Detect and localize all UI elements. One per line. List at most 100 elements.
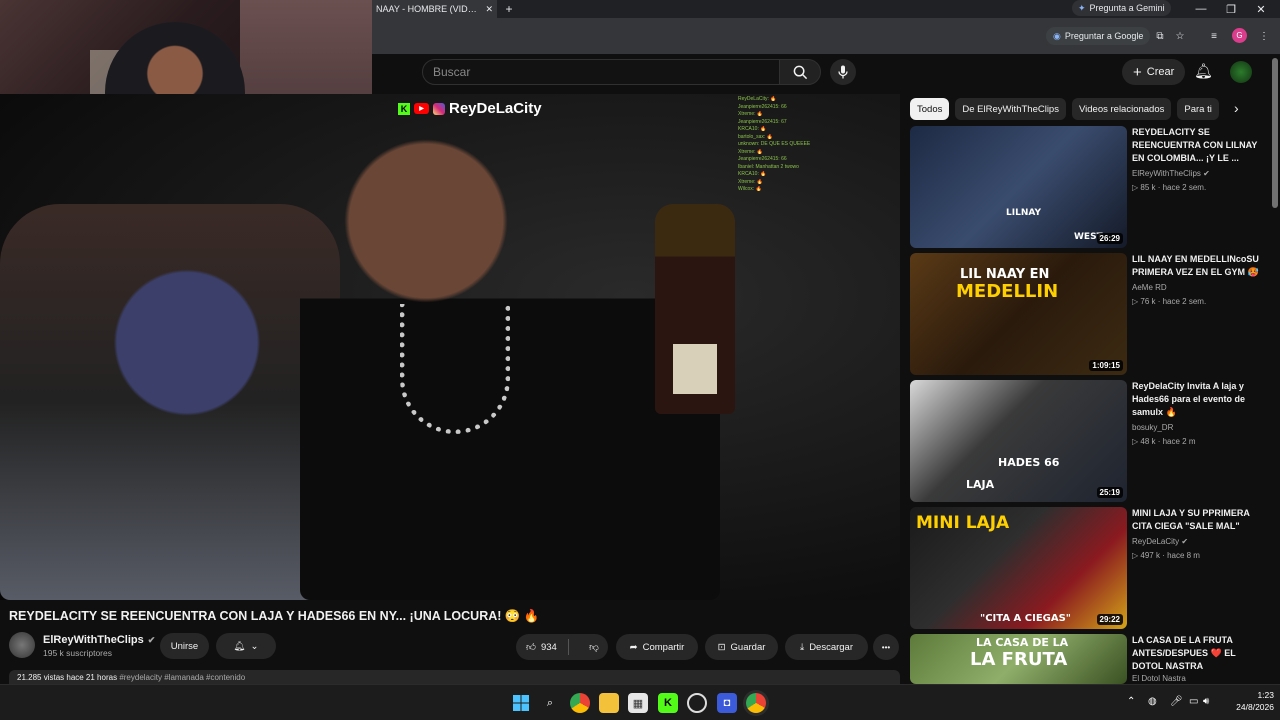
recommendation-item[interactable]: HADES 66 LAJA 25:19 ReyDelaCity Invita A… <box>910 380 1260 502</box>
dislike-button[interactable]: 👎︎ <box>580 634 608 660</box>
download-icon: ⤓ <box>799 641 805 653</box>
notifications-bell-icon[interactable]: 🔔︎ <box>1194 62 1213 80</box>
like-count: 934 <box>540 641 557 653</box>
create-button[interactable]: + Crear <box>1122 59 1186 85</box>
channel-name[interactable]: bosuky_DR <box>1132 423 1173 432</box>
hashtags[interactable]: #reydelacity #lamanada #contenido <box>119 673 245 682</box>
download-button[interactable]: ⤓ Descargar <box>785 634 868 660</box>
obs-icon[interactable] <box>687 693 707 713</box>
new-tab-button[interactable]: + <box>501 2 517 16</box>
chrome-icon[interactable] <box>570 693 590 713</box>
user-avatar[interactable] <box>1230 61 1252 83</box>
chrome-active-icon[interactable] <box>746 693 766 713</box>
chip-related[interactable]: Videos relacionados <box>1071 98 1172 120</box>
video-title[interactable]: LIL NAAY EN MEDELLINcoSU PRIMERA VEZ EN … <box>1132 253 1260 279</box>
view-count: 497 k <box>1140 551 1160 560</box>
plus-icon: + <box>1133 63 1142 81</box>
bookmark-star-icon[interactable]: ☆ <box>1172 28 1188 44</box>
recommendation-item[interactable]: LILNAY WEST 26:29 REYDELACITY SE REENCUE… <box>910 126 1260 248</box>
video-person-left <box>0 204 340 600</box>
chip-all[interactable]: Todos <box>910 98 950 120</box>
windows-start-icon[interactable] <box>511 693 531 713</box>
thumbnail-text: HADES 66 <box>998 456 1060 469</box>
view-count: 48 k <box>1140 437 1156 446</box>
bell-icon: 🔔︎ <box>233 640 246 652</box>
store-icon[interactable]: ▦ <box>628 693 648 713</box>
chip-for-you[interactable]: Para ti <box>1177 98 1219 120</box>
recommendation-item[interactable]: LA CASA DE LA LA FRUTA LA CASA DE LA FRU… <box>910 634 1260 684</box>
system-clock[interactable]: 1:23 24/8/2026 <box>1216 689 1274 713</box>
subscribed-bell-button[interactable]: 🔔︎ ⌄ <box>216 633 276 659</box>
restore-icon[interactable]: ❐ <box>1216 0 1246 18</box>
gemini-icon: ✦ <box>1078 2 1086 13</box>
description-preview[interactable]: 21.285 vistas hace 21 horas #reydelacity… <box>9 670 900 684</box>
tray-chevron-icon[interactable]: ⌃ <box>1127 696 1135 707</box>
media-controls-icon[interactable]: ≡ <box>1206 28 1222 44</box>
install-app-icon[interactable]: ⧉ <box>1152 28 1168 44</box>
file-explorer-icon[interactable] <box>599 693 619 713</box>
browser-tab-active[interactable]: NAAY - HOMBRE (VIDEO OF ✕ <box>372 0 497 18</box>
channel-name[interactable]: El Dotol Nastra <box>1132 674 1186 683</box>
kick-app-icon[interactable]: K <box>658 693 678 713</box>
video-thumbnail[interactable]: LILNAY WEST 26:29 <box>910 126 1127 248</box>
video-frame: K ▶ ReyDeLaCity ReyDeLaCity: 🔥 Jeanpierre… <box>0 94 900 600</box>
video-thumbnail[interactable]: MINI LAJA "CITA A CIEGAS" 29:22 <box>910 507 1127 629</box>
gemini-button[interactable]: ✦ Pregunta a Gemini <box>1072 0 1171 16</box>
create-label: Crear <box>1146 66 1175 78</box>
search-button[interactable] <box>779 59 821 85</box>
google-lens-button[interactable]: ◉ Preguntar a Google <box>1046 27 1151 45</box>
channel-name[interactable]: ElReyWithTheClips <box>43 634 144 646</box>
video-thumbnail[interactable]: LIL NAAY EN MEDELLIN 1:09:15 <box>910 253 1127 375</box>
minimize-icon[interactable]: — <box>1186 0 1216 18</box>
join-button[interactable]: Unirse <box>160 633 209 659</box>
channel-name[interactable]: ReyDeLaCity ✔ <box>1132 537 1188 546</box>
video-title[interactable]: REYDELACITY SE REENCUENTRA CON LILNAY EN… <box>1132 126 1260 165</box>
tray-display-icon[interactable]: ▭ <box>1189 696 1198 707</box>
tray-network-icon[interactable]: ◍ <box>1148 696 1157 707</box>
share-button[interactable]: ➦ Compartir <box>616 634 698 660</box>
page-scrollbar[interactable] <box>1270 54 1280 684</box>
video-title[interactable]: MINI LAJA Y SU PPRIMERA CITA CIEGA "SALE… <box>1132 507 1260 533</box>
more-actions-button[interactable]: ••• <box>873 634 899 660</box>
app-icon[interactable]: ◘ <box>717 693 737 713</box>
video-title[interactable]: LA CASA DE LA FRUTA ANTES/DESPUES ❤️ EL … <box>1132 634 1260 673</box>
video-player[interactable]: K ▶ ReyDeLaCity ReyDeLaCity: 🔥 Jeanpierre… <box>0 94 900 600</box>
thumbnail-text: LAJA <box>966 478 995 491</box>
voice-search-button[interactable] <box>830 59 856 85</box>
channel-name-row[interactable]: ElReyWithTheClips ✔ <box>43 634 155 646</box>
chip-from-channel[interactable]: De ElReyWithTheClips <box>955 98 1066 120</box>
close-window-icon[interactable]: ✕ <box>1246 0 1276 18</box>
video-title[interactable]: ReyDelaCity Invita A laja y Hades66 para… <box>1132 380 1260 419</box>
tab-close-icon[interactable]: ✕ <box>485 4 493 15</box>
gemini-label: Pregunta a Gemini <box>1089 3 1165 13</box>
scrollbar-thumb[interactable] <box>1272 58 1278 208</box>
profile-avatar[interactable]: G <box>1232 28 1247 43</box>
video-thumbnail[interactable]: LA CASA DE LA LA FRUTA <box>910 634 1127 684</box>
youtube-header: Buscar + Crear 🔔︎ <box>372 54 1280 94</box>
more-icon: ••• <box>881 642 891 652</box>
chevron-right-icon[interactable]: › <box>1234 100 1239 116</box>
chat-line: Jeanpierre262415: 66 <box>738 156 787 162</box>
channel-name[interactable]: ElReyWithTheClips ✔ <box>1132 169 1210 178</box>
video-meta: ▷ 48 k · hace 2 m <box>1132 437 1196 446</box>
verified-icon: ✔ <box>147 634 156 645</box>
search-input[interactable]: Buscar <box>422 59 780 85</box>
upload-age: hace 2 sem. <box>1162 183 1207 192</box>
save-button[interactable]: ⊡ Guardar <box>705 634 778 660</box>
view-count: 85 k <box>1140 183 1156 192</box>
chat-line: Jeanpierre262415: 67 <box>738 118 787 125</box>
search-icon[interactable]: ⌕ <box>540 693 560 713</box>
recommendation-item[interactable]: MINI LAJA "CITA A CIEGAS" 29:22 MINI LAJ… <box>910 507 1260 629</box>
browser-menu-icon[interactable]: ⋮ <box>1256 28 1272 44</box>
thumbnail-text: MEDELLIN <box>956 281 1059 302</box>
channel-name-text: ElReyWithTheClips <box>1132 169 1201 178</box>
channel-avatar[interactable] <box>9 632 35 658</box>
recommendation-item[interactable]: LIL NAAY EN MEDELLIN 1:09:15 LIL NAAY EN… <box>910 253 1260 375</box>
video-thumbnail[interactable]: HADES 66 LAJA 25:19 <box>910 380 1127 502</box>
watermark-name: ReyDeLaCity <box>449 100 542 117</box>
tray-mic-icon[interactable]: 🎤︎ <box>1170 696 1183 707</box>
tab-title: NAAY - HOMBRE (VIDEO OF <box>376 4 480 14</box>
tray-volume-icon[interactable]: 🔊︎ <box>1203 696 1209 707</box>
chat-line: unknown: DE QUE ES QUEEEE <box>738 141 811 147</box>
channel-name[interactable]: AeMe RD <box>1132 283 1167 292</box>
